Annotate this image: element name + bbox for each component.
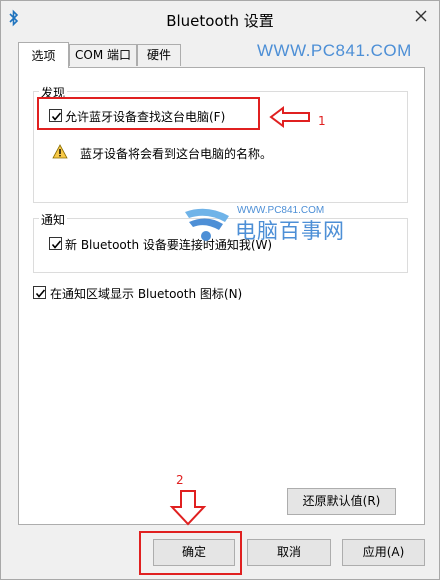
highlight-box-2 — [139, 531, 242, 575]
warning-text: 蓝牙设备将会看到这台电脑的名称。 — [80, 147, 273, 161]
site-logo-icon — [181, 206, 233, 249]
marker-2: 2 — [176, 473, 184, 487]
notifications-group-label: 通知 — [39, 211, 68, 228]
show-tray-icon-label[interactable]: 在通知区域显示 Bluetooth 图标(N) — [50, 285, 242, 302]
notify-checkbox[interactable] — [49, 237, 62, 250]
watermark-url: WWW.PC841.COM — [257, 41, 412, 60]
options-panel: 发现 允许蓝牙设备查找这台电脑(F) 蓝牙设备将会看到这台电脑的名称。 通知 新… — [18, 67, 425, 525]
apply-button[interactable]: 应用(A) — [342, 539, 425, 566]
left-arrow-icon — [269, 106, 311, 131]
warning-icon — [52, 144, 68, 159]
cancel-button[interactable]: 取消 — [247, 539, 331, 566]
highlight-box-1 — [37, 97, 260, 130]
tab-com-ports[interactable]: COM 端口 — [69, 44, 137, 66]
title-bar[interactable]: Bluetooth 设置 — [1, 1, 439, 35]
tab-hardware[interactable]: 硬件 — [137, 44, 181, 66]
down-arrow-icon — [169, 489, 207, 530]
window-title: Bluetooth 设置 — [166, 12, 274, 30]
watermark-site-name: 电脑百事网 — [235, 219, 345, 243]
bluetooth-settings-window: Bluetooth 设置 选项 COM 端口 硬件 WWW.PC841.COM … — [0, 0, 440, 580]
restore-defaults-button[interactable]: 还原默认值(R) — [287, 488, 396, 515]
marker-1: 1 — [318, 114, 326, 128]
show-tray-icon-checkbox[interactable] — [33, 286, 46, 299]
tab-options[interactable]: 选项 — [18, 42, 69, 68]
close-icon[interactable] — [409, 6, 433, 26]
